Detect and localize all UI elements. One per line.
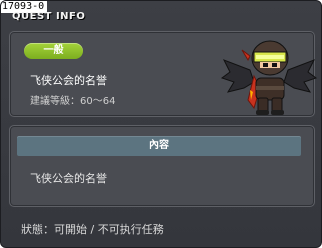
level-separator: ： — [70, 96, 80, 107]
level-range: 60～64 — [80, 96, 116, 107]
status-separator: ： — [43, 223, 54, 236]
quest-summary-panel: 一般 飞侠公会的名誉 建議等級：60～64 — [9, 31, 318, 117]
status-label: 狀態 — [21, 223, 43, 236]
quest-name: 飞侠公会的名誉 — [30, 74, 107, 87]
content-panel: 內容 飞侠公会的名誉 — [9, 125, 315, 207]
recommended-level: 建議等級：60～64 — [30, 92, 115, 107]
window-title: QUEST INFO — [12, 11, 86, 22]
level-label: 建議等級 — [30, 96, 70, 107]
status-value: 可開始 / 不可执行任務 — [54, 223, 164, 236]
content-text: 飞侠公会的名誉 — [30, 172, 107, 185]
quest-status: 狀態：可開始 / 不可执行任務 — [21, 221, 164, 237]
category-badge: 一般 — [24, 43, 83, 59]
ninja-npc-icon — [220, 40, 318, 115]
content-header: 內容 — [17, 136, 301, 156]
quest-info-window: 17093-0 QUEST INFO 一般 飞侠公会的名誉 建議等級：60～64 — [0, 0, 322, 248]
